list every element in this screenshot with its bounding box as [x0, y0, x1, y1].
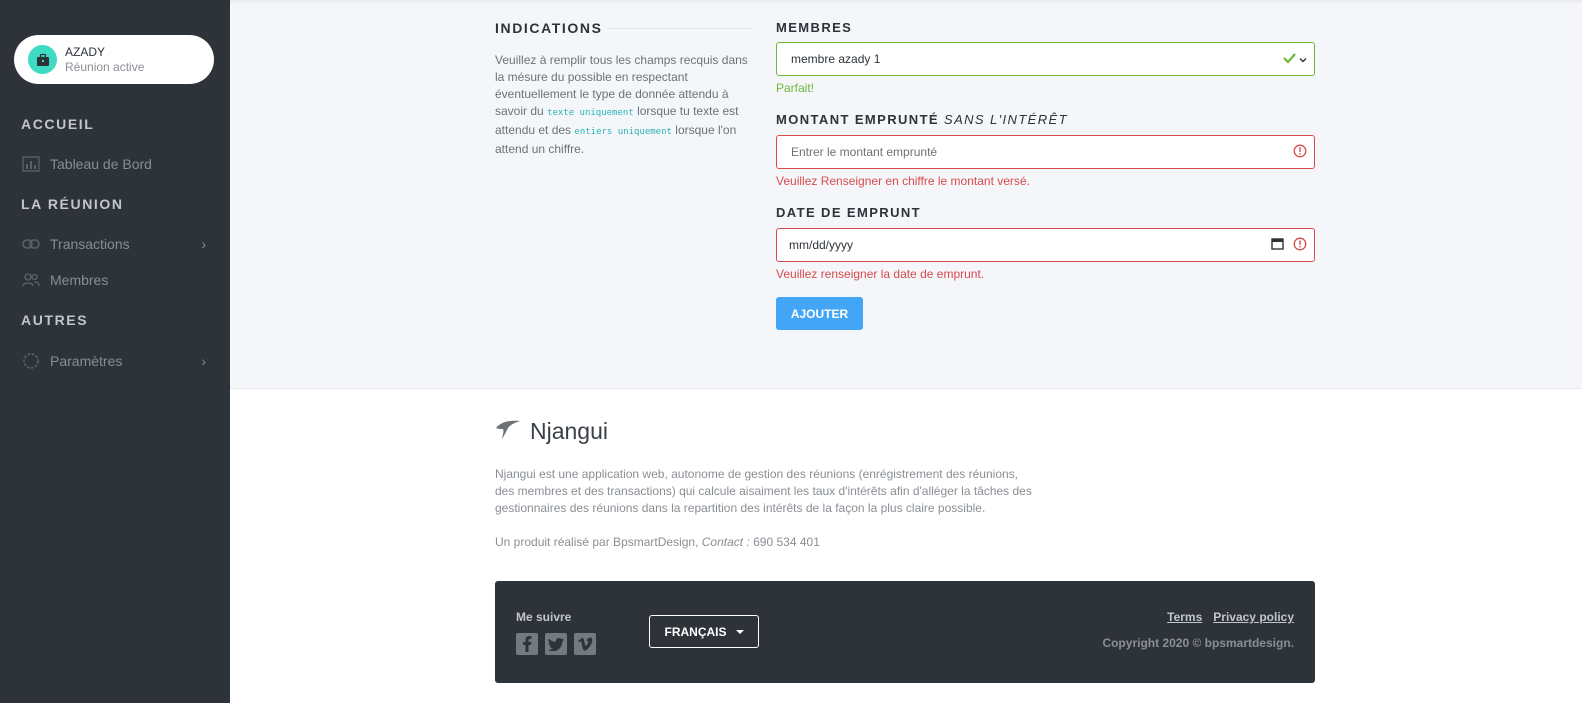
montant-placeholder: Entrer le montant emprunté: [791, 145, 938, 159]
caret-down-icon: [735, 629, 744, 634]
contact-value: 690 534 401: [749, 535, 820, 549]
chart-icon: [21, 154, 41, 174]
date-error-message: Veuillez renseigner la date de emprunt.: [776, 267, 985, 281]
montant-label-suffix: SANS L'INTÉRÊT: [944, 112, 1068, 127]
divider: [609, 28, 752, 29]
users-icon: [21, 270, 41, 290]
check-icon: [1283, 52, 1299, 67]
vimeo-icon[interactable]: [574, 633, 596, 655]
brand: Njangui: [495, 418, 608, 445]
code-text: entiers uniquement: [574, 127, 672, 137]
privacy-policy-link[interactable]: Privacy policy: [1213, 610, 1294, 624]
section-title-accueil: ACCUEIL: [21, 116, 95, 132]
account-name: AZADY: [65, 44, 106, 59]
sidebar: AZADY Réunion active ACCUEIL Tableau de …: [0, 0, 230, 703]
facebook-icon[interactable]: [516, 633, 538, 655]
social-links: [516, 633, 596, 655]
contact-label: Contact :: [701, 535, 750, 549]
montant-label-text: MONTANT EMPRUNTÉ: [776, 112, 939, 127]
top-shadow: [230, 0, 1582, 5]
bird-logo-icon: [495, 418, 521, 445]
date-label: DATE DE EMPRUNT: [776, 205, 921, 220]
membres-success-message: Parfait!: [776, 81, 815, 95]
about-text: Njangui est une application web, autonom…: [495, 467, 1032, 515]
section-title-autres: AUTRES: [21, 312, 89, 328]
credits: Un produit réalisé par BpsmartDesign, Co…: [495, 535, 820, 549]
montant-label: MONTANT EMPRUNTÉ SANS L'INTÉRÊT: [776, 112, 1068, 127]
language-label: FRANÇAIS: [664, 624, 727, 639]
montant-input[interactable]: Entrer le montant emprunté: [776, 135, 1315, 169]
twitter-icon[interactable]: [545, 633, 567, 655]
follow-label: Me suivre: [516, 610, 572, 624]
chevron-down-icon: [1299, 52, 1307, 66]
sidebar-item-label: Tableau de Bord: [50, 156, 152, 172]
sidebar-item-label: Membres: [50, 272, 109, 288]
terms-link[interactable]: Terms: [1167, 610, 1202, 624]
sidebar-item-label: Transactions: [50, 236, 130, 252]
indications-text: Veuillez à remplir tous les champs recqu…: [495, 52, 751, 158]
sidebar-item-transactions[interactable]: Transactions ›: [21, 232, 206, 256]
membres-label: MEMBRES: [776, 20, 853, 35]
copyright: Copyright 2020 © bpsmartdesign.: [1102, 636, 1294, 650]
montant-error-message: Veuillez Renseigner en chiffre le montan…: [776, 174, 1030, 188]
chevron-right-icon: ›: [201, 236, 206, 252]
sidebar-item-label: Paramètres: [50, 353, 123, 369]
footer-links: Terms Privacy policy: [1167, 610, 1294, 624]
brand-name: Njangui: [530, 418, 608, 444]
calendar-icon[interactable]: [1271, 237, 1284, 253]
account-switcher[interactable]: AZADY Réunion active: [14, 35, 214, 84]
account-status: Réunion active: [65, 59, 145, 74]
sidebar-item-parametres[interactable]: Paramètres ›: [21, 349, 206, 373]
link-icon: [21, 234, 41, 254]
loader-icon: [21, 351, 41, 371]
briefcase-icon: [28, 45, 57, 74]
sidebar-item-membres[interactable]: Membres: [21, 268, 206, 292]
indications-title: INDICATIONS: [495, 20, 603, 36]
language-dropdown[interactable]: FRANÇAIS: [649, 615, 759, 648]
sidebar-item-tableau-de-bord[interactable]: Tableau de Bord: [21, 152, 206, 176]
ajouter-button[interactable]: AJOUTER: [776, 297, 863, 330]
error-icon: [1293, 237, 1307, 254]
error-icon: [1293, 144, 1307, 161]
date-input[interactable]: mm/dd/yyyy: [776, 228, 1315, 262]
footer-bar: Me suivre FRANÇAIS Terms Privacy policy …: [495, 581, 1315, 683]
chevron-right-icon: ›: [201, 353, 206, 369]
section-title-la-reunion: LA RÉUNION: [21, 196, 124, 212]
date-placeholder: mm/dd/yyyy: [789, 238, 854, 252]
membres-select[interactable]: membre azady 1: [776, 42, 1315, 76]
membres-value: membre azady 1: [791, 52, 881, 66]
credits-text: Un produit réalisé par BpsmartDesign,: [495, 535, 702, 549]
code-text: texte uniquement: [547, 108, 634, 118]
